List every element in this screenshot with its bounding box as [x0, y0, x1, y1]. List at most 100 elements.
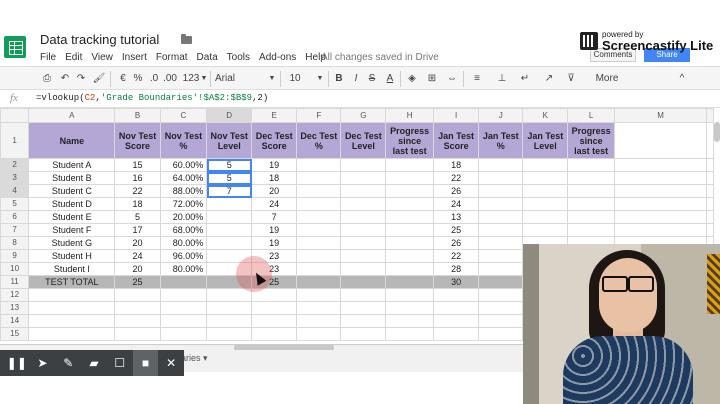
- cell-i15[interactable]: [433, 327, 480, 341]
- cell-i9[interactable]: 22: [433, 249, 480, 263]
- cell-h7[interactable]: [385, 223, 435, 237]
- header-cell-b[interactable]: Nov Test Score: [114, 122, 161, 159]
- sheets-logo-icon[interactable]: [4, 36, 26, 58]
- cell-g5[interactable]: [340, 197, 387, 211]
- highlighter-icon[interactable]: ▰: [81, 350, 107, 376]
- text-color-button[interactable]: A: [384, 71, 396, 87]
- horizontal-scrollbar[interactable]: [234, 345, 334, 350]
- print-icon[interactable]: ⎙: [40, 71, 54, 87]
- cell-c13[interactable]: [159, 301, 208, 315]
- column-header-i[interactable]: I: [433, 108, 480, 123]
- cell-l5[interactable]: [567, 197, 616, 211]
- text-wrap-icon[interactable]: ↵: [518, 71, 532, 87]
- cell-d2[interactable]: 5: [206, 158, 253, 172]
- column-header-m[interactable]: M: [614, 108, 707, 123]
- cell-j8[interactable]: [478, 236, 524, 250]
- chevron-down-icon[interactable]: ▼: [316, 71, 324, 87]
- cell-e7[interactable]: 19: [251, 223, 298, 237]
- menu-data[interactable]: Data: [197, 52, 218, 63]
- column-header-a[interactable]: A: [28, 108, 116, 123]
- cell-a11[interactable]: TEST TOTAL: [28, 275, 116, 289]
- cell-e14[interactable]: [251, 314, 298, 328]
- webcam-overlay[interactable]: [523, 244, 720, 404]
- cell-e2[interactable]: 19: [251, 158, 298, 172]
- cell-m6[interactable]: [614, 210, 707, 224]
- cell-m2[interactable]: [614, 158, 707, 172]
- header-cell-d[interactable]: Nov Test Level: [206, 122, 253, 159]
- cell-h9[interactable]: [385, 249, 435, 263]
- cell-g4[interactable]: [340, 184, 387, 198]
- column-header-h[interactable]: H: [385, 108, 435, 123]
- menu-addons[interactable]: Add-ons: [259, 52, 296, 63]
- cell-c14[interactable]: [159, 314, 208, 328]
- cell-c12[interactable]: [159, 288, 208, 302]
- cell-i14[interactable]: [433, 314, 480, 328]
- collapse-toolbar-button[interactable]: ^: [676, 71, 688, 87]
- currency-button[interactable]: €: [118, 71, 128, 87]
- font-size-select[interactable]: 10: [288, 71, 302, 87]
- cell-c3[interactable]: 64.00%: [159, 171, 208, 185]
- menu-edit[interactable]: Edit: [65, 52, 82, 63]
- cell-c6[interactable]: 20.00%: [159, 210, 208, 224]
- cell-b13[interactable]: [114, 301, 161, 315]
- cell-d12[interactable]: [206, 288, 253, 302]
- cursor-icon[interactable]: ➤: [30, 350, 56, 376]
- cell-d8[interactable]: [206, 236, 253, 250]
- cell-f3[interactable]: [296, 171, 342, 185]
- column-header-d[interactable]: D: [206, 108, 253, 123]
- cell-f9[interactable]: [296, 249, 342, 263]
- undo-icon[interactable]: ↶: [58, 71, 72, 87]
- cell-i6[interactable]: 13: [433, 210, 480, 224]
- bold-button[interactable]: B: [333, 71, 345, 87]
- cell-f15[interactable]: [296, 327, 342, 341]
- cell-b9[interactable]: 24: [114, 249, 161, 263]
- cell-k5[interactable]: [522, 197, 569, 211]
- cell-f11[interactable]: [296, 275, 342, 289]
- cell-l4[interactable]: [567, 184, 616, 198]
- cell-e8[interactable]: 19: [251, 236, 298, 250]
- cell-a13[interactable]: [28, 301, 116, 315]
- cell-d14[interactable]: [206, 314, 253, 328]
- pen-icon[interactable]: ✎: [55, 350, 81, 376]
- cell-a3[interactable]: Student B: [28, 171, 116, 185]
- header-cell-m[interactable]: [614, 122, 707, 159]
- header-cell-c[interactable]: Nov Test %: [159, 122, 208, 159]
- row-header[interactable]: 7: [0, 223, 30, 237]
- grid-cell[interactable]: [706, 122, 714, 159]
- cell-g12[interactable]: [340, 288, 387, 302]
- header-cell-j[interactable]: Jan Test %: [478, 122, 524, 159]
- cell-e6[interactable]: 7: [251, 210, 298, 224]
- cell-f14[interactable]: [296, 314, 342, 328]
- cell-k3[interactable]: [522, 171, 569, 185]
- folder-icon[interactable]: [181, 34, 192, 44]
- cell-b4[interactable]: 22: [114, 184, 161, 198]
- row-header[interactable]: 11: [0, 275, 30, 289]
- cell-g8[interactable]: [340, 236, 387, 250]
- cell-h11[interactable]: [385, 275, 435, 289]
- cell-l2[interactable]: [567, 158, 616, 172]
- row-header[interactable]: 5: [0, 197, 30, 211]
- cell-b2[interactable]: 15: [114, 158, 161, 172]
- cell-h15[interactable]: [385, 327, 435, 341]
- cell-h2[interactable]: [385, 158, 435, 172]
- cell-d13[interactable]: [206, 301, 253, 315]
- cell-g14[interactable]: [340, 314, 387, 328]
- cell-b11[interactable]: 25: [114, 275, 161, 289]
- cell-c15[interactable]: [159, 327, 208, 341]
- fill-color-icon[interactable]: ◈: [405, 71, 419, 87]
- cell-l6[interactable]: [567, 210, 616, 224]
- camera-icon[interactable]: ■: [132, 350, 159, 376]
- cell-f8[interactable]: [296, 236, 342, 250]
- cell-d7[interactable]: [206, 223, 253, 237]
- cell-h3[interactable]: [385, 171, 435, 185]
- cell-j12[interactable]: [478, 288, 524, 302]
- cell-g2[interactable]: [340, 158, 387, 172]
- header-cell-e[interactable]: Dec Test Score: [251, 122, 298, 159]
- font-family-select[interactable]: Arial: [215, 71, 275, 87]
- cell-k6[interactable]: [522, 210, 569, 224]
- cell-j4[interactable]: [478, 184, 524, 198]
- cell-f4[interactable]: [296, 184, 342, 198]
- cell-j11[interactable]: [478, 275, 524, 289]
- row-header[interactable]: 14: [0, 314, 30, 328]
- grid-cell[interactable]: [706, 158, 714, 172]
